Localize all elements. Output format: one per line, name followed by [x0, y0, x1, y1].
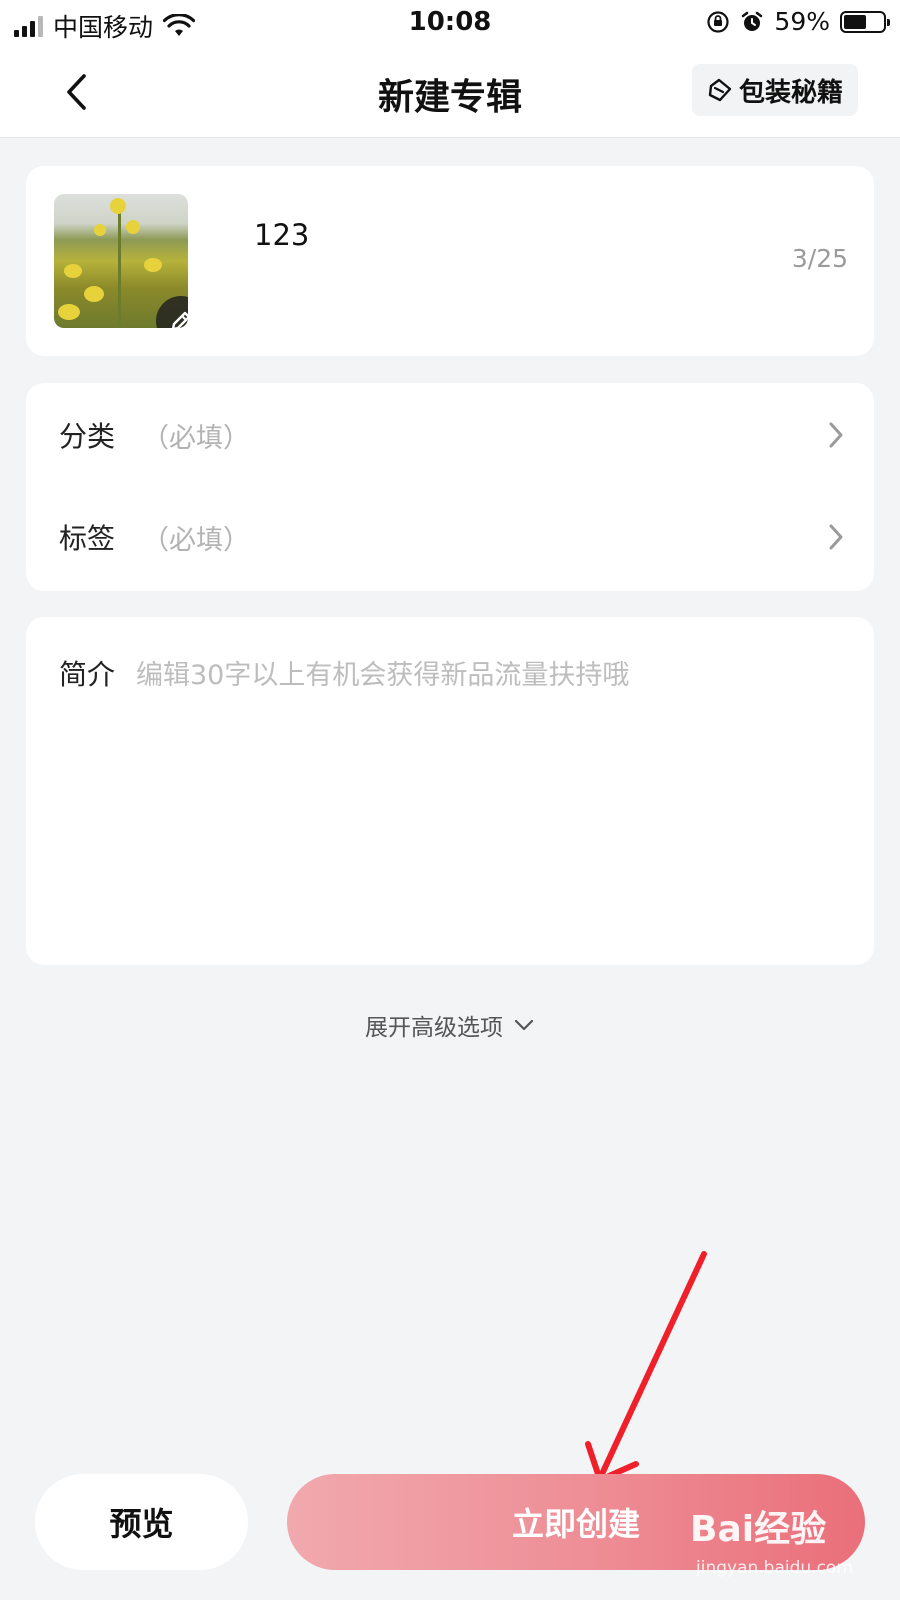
- album-cover-card: 123 3/25: [26, 166, 874, 356]
- category-row[interactable]: 分类 （必填）: [26, 385, 874, 485]
- char-counter: 3/25: [791, 244, 848, 273]
- advanced-options-label: 展开高级选项: [365, 1015, 503, 1041]
- album-fields-card: 分类 （必填） 标签 （必填）: [26, 383, 874, 591]
- intro-card: 简介 编辑30字以上有机会获得新品流量扶持哦: [26, 617, 874, 965]
- packaging-tips-button[interactable]: 包装秘籍: [692, 64, 858, 116]
- cover-image-flower: [84, 286, 104, 302]
- annotation-arrow: [585, 1251, 707, 1483]
- intro-textarea[interactable]: 编辑30字以上有机会获得新品流量扶持哦: [136, 653, 629, 692]
- battery-icon: [840, 10, 890, 33]
- status-bar: 中国移动 10:08 59%: [0, 0, 900, 46]
- chevron-right-icon: [824, 522, 848, 552]
- cover-image-flower: [94, 224, 106, 236]
- watermark-url: jingyan.baidu.com: [696, 1558, 853, 1578]
- category-hint: （必填）: [142, 422, 250, 454]
- tag-hint: （必填）: [142, 524, 250, 556]
- chevron-right-icon: [824, 420, 848, 450]
- pencil-icon: [171, 311, 188, 328]
- alarm-icon: [742, 11, 763, 31]
- cover-image-flower: [110, 198, 126, 214]
- edit-cover-button[interactable]: [156, 296, 188, 328]
- battery-percent: 59%: [774, 7, 830, 36]
- cover-image-flower: [64, 264, 82, 278]
- cover-image[interactable]: [54, 194, 188, 328]
- cover-image-flower: [126, 220, 140, 234]
- category-label: 分类: [59, 420, 116, 453]
- rotation-lock-icon: [707, 10, 730, 33]
- tag-icon: [708, 78, 732, 102]
- create-now-label: 立即创建: [511, 1505, 640, 1543]
- cover-image-flower: [144, 258, 162, 272]
- status-right: 59%: [706, 7, 890, 36]
- cover-image-stem: [118, 204, 121, 328]
- nav-header: 新建专辑 包装秘籍: [0, 46, 900, 138]
- chevron-down-icon: [514, 1019, 534, 1031]
- intro-label: 简介: [59, 658, 116, 691]
- battery-fill: [844, 14, 867, 29]
- tag-row[interactable]: 标签 （必填）: [26, 487, 874, 587]
- expand-advanced-options[interactable]: 展开高级选项: [0, 1008, 900, 1042]
- album-name-input[interactable]: 123: [254, 218, 309, 252]
- baidu-jingyan-watermark: Bai经验 jingyan.baidu.com: [690, 1500, 890, 1590]
- watermark-logo: Bai经验: [690, 1509, 827, 1550]
- tag-label: 标签: [59, 522, 116, 555]
- preview-button[interactable]: 预览: [35, 1474, 248, 1570]
- cover-image-flower: [58, 304, 80, 320]
- packaging-tips-label: 包装秘籍: [738, 77, 843, 108]
